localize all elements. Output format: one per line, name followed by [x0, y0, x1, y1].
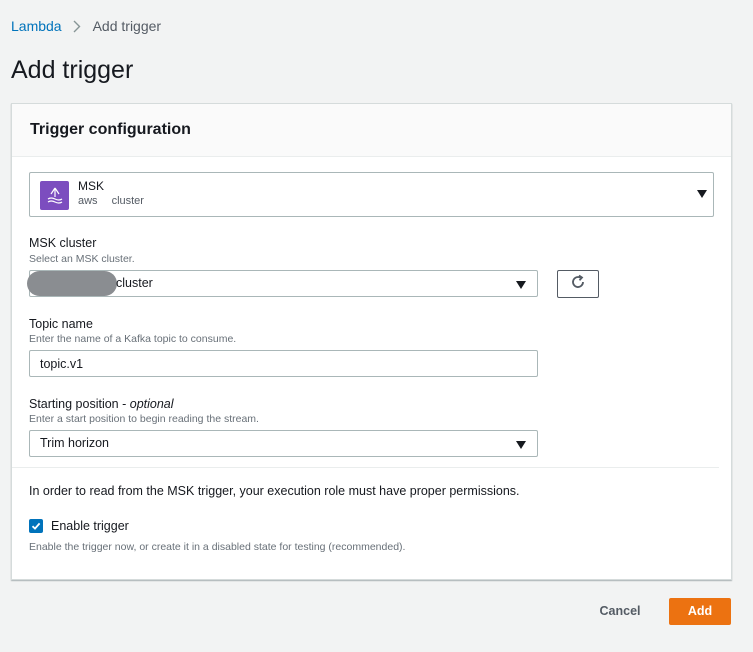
enable-trigger-description: Enable the trigger now, or create it in … — [29, 541, 406, 553]
trigger-source-tags: aws cluster — [78, 195, 144, 207]
topic-name-description: Enter the name of a Kafka topic to consu… — [29, 333, 237, 345]
divider — [12, 467, 719, 468]
chevron-right-icon — [73, 20, 81, 33]
trigger-source-name: MSK — [78, 179, 105, 193]
caret-down-icon — [516, 441, 526, 449]
panel-header: Trigger configuration — [12, 104, 731, 157]
caret-down-icon — [697, 190, 707, 198]
msk-cluster-label: MSK cluster — [29, 236, 97, 250]
topic-name-label: Topic name — [29, 317, 93, 331]
source-tag: cluster — [111, 195, 144, 207]
check-icon — [31, 522, 41, 530]
msk-cluster-description: Select an MSK cluster. — [29, 253, 135, 265]
starting-position-description: Enter a start position to begin reading … — [29, 413, 259, 425]
refresh-button[interactable] — [557, 270, 599, 298]
optional-tag: optional — [129, 397, 174, 411]
caret-down-icon — [516, 281, 526, 289]
cancel-button[interactable]: Cancel — [590, 600, 650, 622]
enable-trigger-checkbox[interactable] — [29, 519, 43, 533]
breadcrumb: Lambda Add trigger — [11, 18, 161, 34]
trigger-configuration-panel: Trigger configuration MSK aws cluster MSK… — [11, 103, 732, 580]
topic-name-input[interactable] — [29, 350, 538, 377]
starting-position-value: Trim horizon — [40, 436, 109, 450]
page-title: Add trigger — [11, 56, 134, 84]
enable-trigger-label[interactable]: Enable trigger — [51, 519, 129, 533]
redaction-mask — [27, 271, 117, 296]
breadcrumb-lambda-link[interactable]: Lambda — [11, 18, 62, 34]
msk-cluster-select[interactable]: cluster — [27, 270, 538, 297]
breadcrumb-current: Add trigger — [92, 18, 162, 34]
trigger-source-select[interactable]: MSK aws cluster — [29, 172, 714, 217]
msk-logo-icon — [40, 181, 69, 210]
refresh-icon — [570, 274, 586, 295]
permissions-note: In order to read from the MSK trigger, y… — [29, 484, 520, 498]
source-tag: aws — [78, 195, 98, 207]
starting-position-select[interactable]: Trim horizon — [29, 430, 538, 457]
add-button[interactable]: Add — [669, 598, 731, 625]
msk-cluster-value: cluster — [116, 276, 153, 290]
starting-position-label: Starting position - optional — [29, 397, 174, 411]
starting-position-label-text: Starting position - — [29, 397, 130, 411]
